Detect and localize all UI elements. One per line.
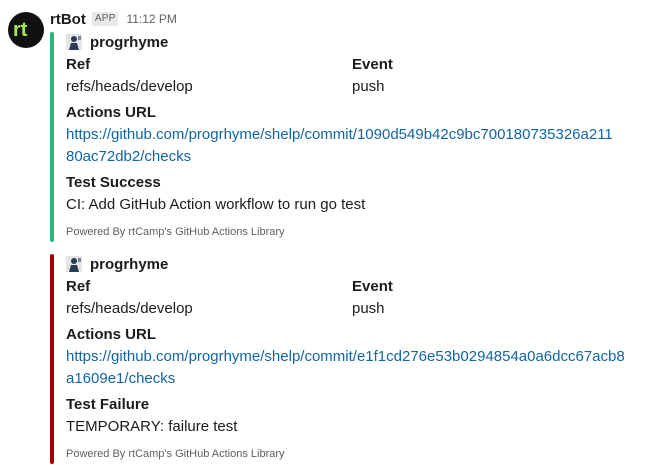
actions-url-link[interactable]: https://github.com/progrhyme/shelp/commi…	[66, 346, 638, 390]
field-title-result: Test Success	[66, 174, 161, 191]
author-name[interactable]: progrhyme	[90, 256, 168, 273]
app-badge: APP	[91, 12, 119, 26]
actions-url-line-1[interactable]: https://github.com/progrhyme/shelp/commi…	[66, 346, 638, 368]
field-title-actions-url: Actions URL	[66, 326, 156, 343]
field-value-result: TEMPORARY: failure test	[66, 418, 238, 435]
actions-url-line-2[interactable]: a1609e1/checks	[66, 368, 638, 390]
attachment-color-bar	[50, 254, 54, 464]
actions-url-link[interactable]: https://github.com/progrhyme/shelp/commi…	[66, 124, 638, 168]
field-title-ref: Ref	[66, 56, 91, 73]
rtcamp-logo-icon: rt	[13, 19, 28, 41]
bot-avatar[interactable]: rt	[8, 12, 44, 48]
field-value-result: CI: Add GitHub Action workflow to run go…	[66, 196, 366, 213]
attachment-color-bar	[50, 32, 54, 242]
field-value-ref: refs/heads/develop	[66, 300, 193, 317]
field-title-actions-url: Actions URL	[66, 104, 156, 121]
svg-text:rt: rt	[13, 19, 28, 41]
attachment-success: progrhyme Ref Event refs/heads/develop p…	[50, 32, 640, 242]
message-header: rtBot APP 11:12 PM	[50, 9, 177, 29]
field-title-event: Event	[352, 56, 393, 73]
field-title-event: Event	[352, 278, 393, 295]
field-value-ref: refs/heads/develop	[66, 78, 193, 95]
message-timestamp[interactable]: 11:12 PM	[126, 12, 176, 26]
field-value-event: push	[352, 300, 385, 317]
field-value-event: push	[352, 78, 385, 95]
attachment-footer: Powered By rtCamp's GitHub Actions Libra…	[66, 448, 285, 460]
attachment-failure: progrhyme Ref Event refs/heads/develop p…	[50, 254, 640, 464]
field-title-ref: Ref	[66, 278, 91, 295]
bot-name[interactable]: rtBot	[50, 11, 86, 28]
author-name[interactable]: progrhyme	[90, 34, 168, 51]
author-avatar-icon	[66, 256, 82, 272]
attachment-author: progrhyme	[66, 254, 168, 274]
attachment-footer: Powered By rtCamp's GitHub Actions Libra…	[66, 226, 285, 238]
author-avatar-icon	[66, 34, 82, 50]
attachment-author: progrhyme	[66, 32, 168, 52]
field-title-result: Test Failure	[66, 396, 150, 413]
actions-url-line-1[interactable]: https://github.com/progrhyme/shelp/commi…	[66, 124, 638, 146]
actions-url-line-2[interactable]: 80ac72db2/checks	[66, 146, 638, 168]
